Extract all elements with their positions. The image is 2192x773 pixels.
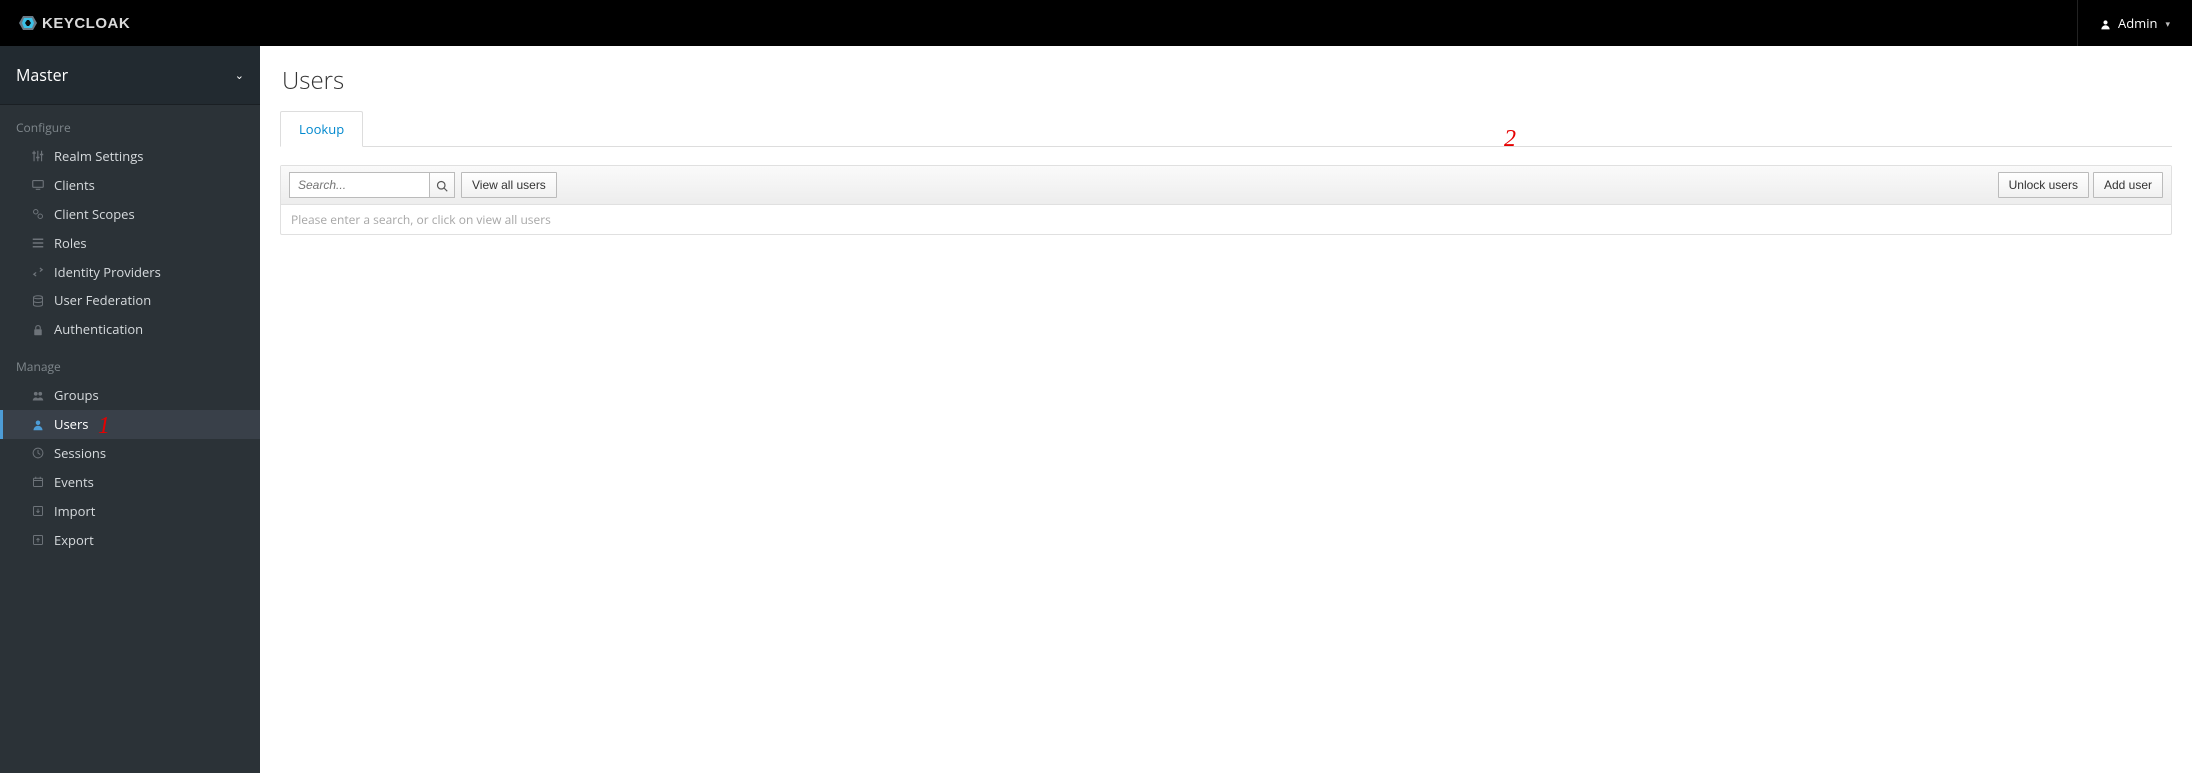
sidebar-item-identity-providers[interactable]: Identity Providers (0, 258, 260, 287)
sidebar-item-groups[interactable]: Groups (0, 381, 260, 410)
desktop-icon (30, 179, 46, 191)
add-user-button[interactable]: Add user (2093, 172, 2163, 198)
sidebar-item-client-scopes[interactable]: Client Scopes (0, 200, 260, 229)
chevron-down-icon: ▾ (2165, 17, 2170, 30)
calendar-icon (30, 476, 46, 488)
database-icon (30, 295, 46, 307)
sidebar-item-authentication[interactable]: Authentication (0, 315, 260, 344)
top-bar: KEYCLOAK Admin ▾ (0, 0, 2192, 46)
sidebar-item-label: Realm Settings (54, 148, 244, 165)
sidebar-item-export[interactable]: Export (0, 526, 260, 555)
clock-icon (30, 447, 46, 459)
section-label-configure: Configure (0, 105, 260, 142)
search-icon (436, 178, 448, 193)
sidebar-item-import[interactable]: Import (0, 497, 260, 526)
exchange-icon (30, 266, 46, 278)
sidebar-item-clients[interactable]: Clients (0, 171, 260, 200)
sidebar-item-label: Groups (54, 387, 244, 404)
sidebar-item-label: User Federation (54, 292, 244, 309)
sidebar-item-label: Import (54, 503, 244, 520)
user-label: Admin (2118, 14, 2157, 32)
sidebar: Master ⌄ Configure Realm Settings Client… (0, 46, 260, 773)
main-content: Users Lookup View all users Unlock users (260, 46, 2192, 773)
sidebar-item-events[interactable]: Events (0, 468, 260, 497)
sliders-icon (30, 150, 46, 162)
sidebar-item-label: Users (54, 416, 244, 433)
user-icon (30, 419, 46, 431)
user-menu[interactable]: Admin ▾ (2077, 0, 2192, 46)
tabs: Lookup (280, 111, 2172, 147)
search-input[interactable] (289, 172, 429, 198)
realm-name: Master (16, 64, 68, 86)
sidebar-item-label: Export (54, 532, 244, 549)
svg-text:KEYCLOAK: KEYCLOAK (42, 15, 130, 32)
group-icon (30, 390, 46, 402)
sidebar-item-sessions[interactable]: Sessions (0, 439, 260, 468)
sidebar-item-realm-settings[interactable]: Realm Settings (0, 142, 260, 171)
user-icon (2100, 14, 2111, 32)
sidebar-item-label: Sessions (54, 445, 244, 462)
empty-state-message: Please enter a search, or click on view … (281, 205, 2171, 234)
sidebar-item-label: Clients (54, 177, 244, 194)
sidebar-item-label: Roles (54, 235, 244, 252)
search-button[interactable] (429, 172, 455, 198)
unlock-users-button[interactable]: Unlock users (1998, 172, 2089, 198)
view-all-users-button[interactable]: View all users (461, 172, 557, 198)
list-icon (30, 237, 46, 249)
brand-logo[interactable]: KEYCLOAK (0, 0, 168, 46)
sidebar-item-label: Authentication (54, 321, 244, 338)
tab-lookup[interactable]: Lookup (280, 111, 363, 147)
export-icon (30, 534, 46, 546)
sidebar-item-users[interactable]: Users (0, 410, 260, 439)
lock-icon (30, 324, 46, 336)
toolbar-panel: View all users Unlock users Add user Ple… (280, 165, 2172, 235)
section-label-manage: Manage (0, 344, 260, 381)
sidebar-item-user-federation[interactable]: User Federation (0, 286, 260, 315)
sidebar-item-label: Events (54, 474, 244, 491)
import-icon (30, 505, 46, 517)
search-group (289, 172, 455, 198)
scopes-icon (30, 208, 46, 220)
page-title: Users (282, 64, 2172, 97)
chevron-down-icon: ⌄ (235, 68, 244, 83)
sidebar-item-label: Identity Providers (54, 264, 244, 281)
sidebar-item-label: Client Scopes (54, 206, 244, 223)
sidebar-item-roles[interactable]: Roles (0, 229, 260, 258)
realm-selector[interactable]: Master ⌄ (0, 46, 260, 105)
